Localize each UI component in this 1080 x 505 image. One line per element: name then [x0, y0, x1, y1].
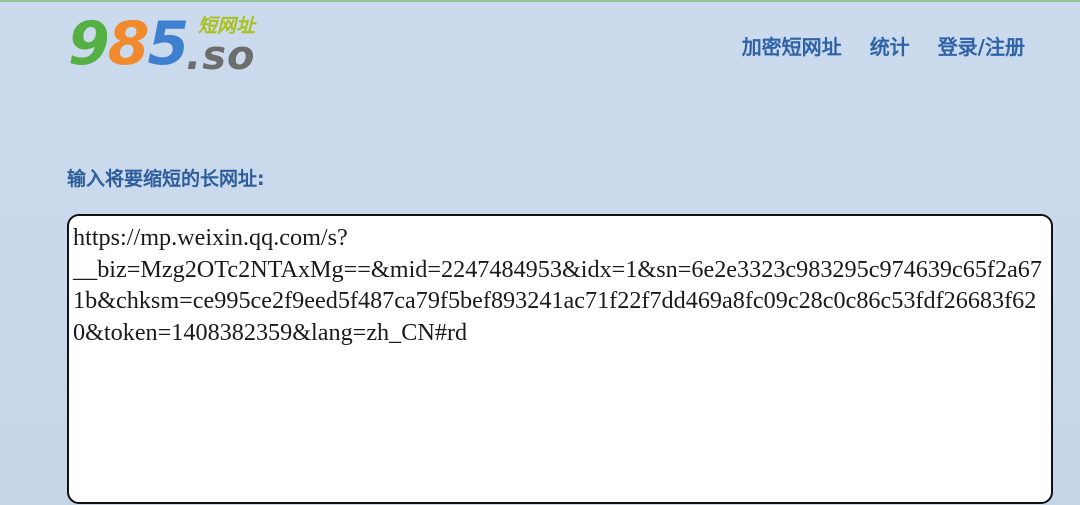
nav-encrypted-short-url[interactable]: 加密短网址	[742, 34, 842, 60]
nav-login-register[interactable]: 登录/注册	[938, 34, 1025, 60]
site-logo[interactable]: 985 .so 短网址	[68, 9, 268, 79]
long-url-input[interactable]: https://mp.weixin.qq.com/s? __biz=Mzg2OT…	[67, 214, 1053, 504]
logo-digit-five: 5	[147, 9, 190, 79]
logo-digit-nine: 9	[68, 9, 110, 79]
long-url-text[interactable]: https://mp.weixin.qq.com/s? __biz=Mzg2OT…	[73, 222, 1047, 348]
nav-statistics[interactable]: 统计	[870, 34, 910, 60]
logo-suffix: .so	[186, 33, 256, 79]
logo-number: 985	[68, 9, 190, 79]
top-nav: 加密短网址 统计 登录/注册	[742, 34, 1025, 60]
logo-tagline: 短网址	[198, 15, 256, 37]
long-url-label: 输入将要缩短的长网址:	[67, 168, 265, 190]
logo-digit-eight: 8	[107, 9, 150, 79]
